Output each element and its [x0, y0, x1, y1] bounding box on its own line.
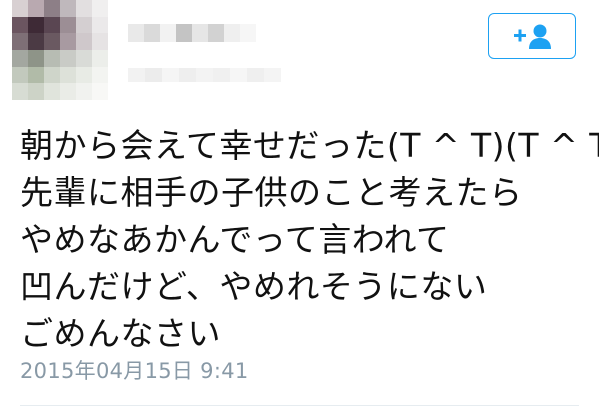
follow-button[interactable] [488, 13, 576, 59]
tweet-card: 朝から会えて幸せだった(T ^ T)(T ^ T) 先輩に相手の子供のこと考えた… [0, 0, 599, 415]
add-person-icon [514, 24, 551, 49]
tweet-text: 朝から会えて幸せだった(T ^ T)(T ^ T) 先輩に相手の子供のこと考えた… [20, 122, 599, 357]
tweet-line: やめなあかんでって言われて [20, 220, 450, 259]
divider [20, 405, 579, 406]
username-blurred[interactable] [128, 68, 281, 82]
timestamp[interactable]: 2015年04月15日 9:41 [20, 355, 249, 385]
tweet-line: 朝から会えて幸せだった(T ^ T)(T ^ T) [20, 126, 599, 165]
display-name-blurred[interactable] [128, 24, 256, 42]
avatar[interactable] [12, 0, 108, 100]
tweet-line: ごめんなさい [20, 314, 221, 353]
tweet-line: 先輩に相手の子供のこと考えたら [20, 173, 523, 212]
tweet-line: 凹んだけど、やめれそうにない [20, 267, 488, 306]
